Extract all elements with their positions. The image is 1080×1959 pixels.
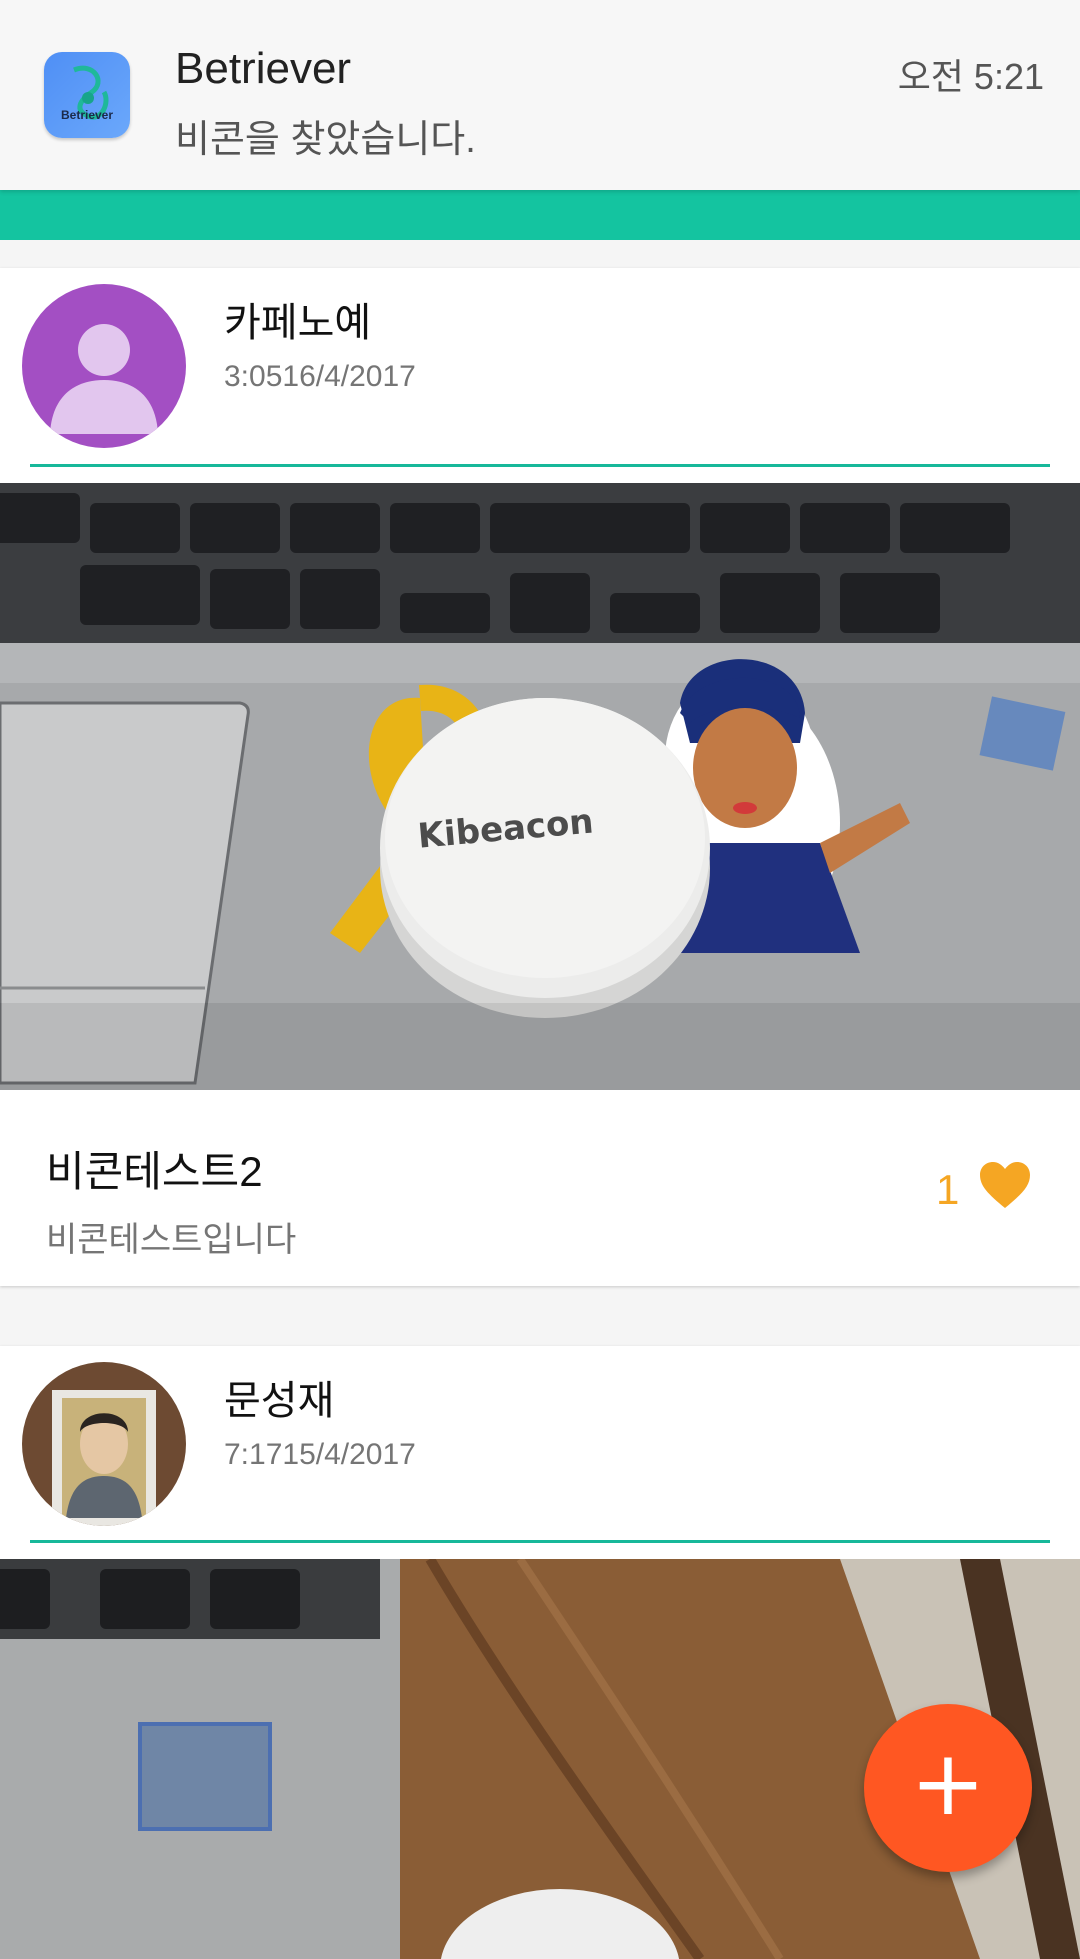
heart-icon[interactable]: [978, 1160, 1032, 1210]
post-title: 비콘테스트2: [46, 1148, 263, 1195]
default-person-icon[interactable]: [22, 284, 186, 448]
notification-title: Betriever: [175, 44, 352, 93]
post-date: 7:1715/4/2017: [224, 1438, 416, 1471]
add-post-button[interactable]: +: [864, 1704, 1032, 1872]
divider: [30, 1540, 1050, 1543]
divider: [30, 464, 1050, 467]
notification-message: 비콘을 찾았습니다.: [175, 119, 476, 161]
post-author: 문성재: [224, 1379, 335, 1423]
like-count: 1: [936, 1166, 960, 1213]
post-author: 카페노예: [224, 301, 372, 345]
heads-up-notification[interactable]: Betriever Betriever 비콘을 찾았습니다. 오전 5:21: [0, 0, 1080, 190]
post-date: 3:0516/4/2017: [224, 360, 416, 393]
profile-photo[interactable]: [22, 1362, 186, 1526]
app-icon-label: Betriever: [60, 108, 114, 122]
app-toolbar: [0, 190, 1080, 240]
post-body: 비콘테스트입니다: [46, 1221, 297, 1259]
post-photo[interactable]: Kibeacon: [0, 483, 1080, 1090]
notification-time: 오전 5:21: [897, 56, 1044, 97]
post-card[interactable]: 카페노예 3:0516/4/2017 Kibeacon 비콘테스트2 비콘테스트…: [0, 268, 1080, 1286]
app-icon: Betriever: [44, 52, 130, 138]
